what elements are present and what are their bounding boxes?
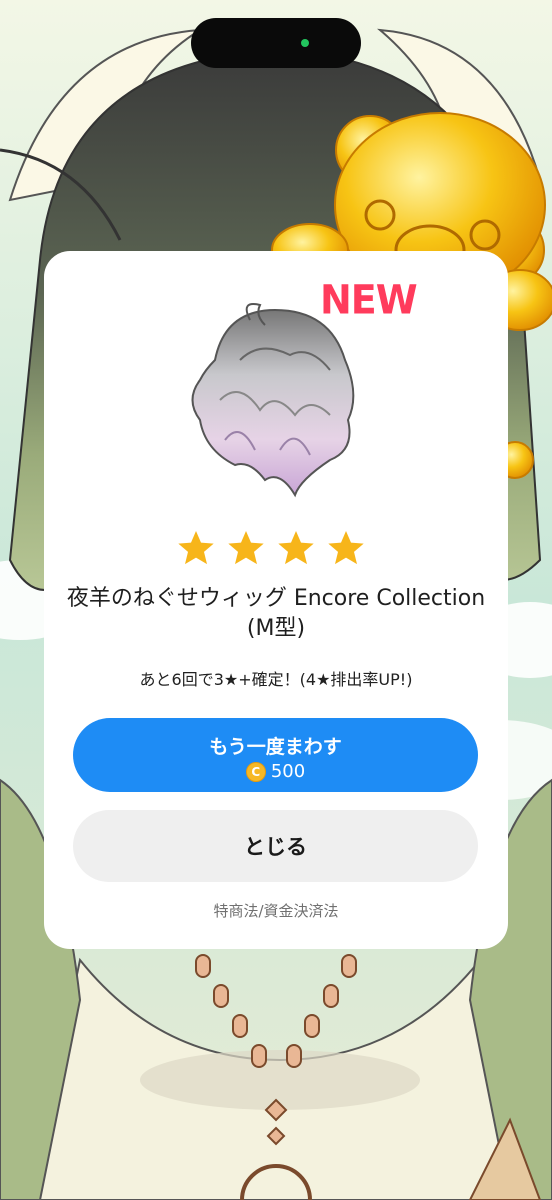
guarantee-note: あと6回で3★+確定！(4★排出率UP!)	[139, 670, 413, 689]
star-icon	[278, 531, 314, 565]
close-button[interactable]: とじる	[73, 810, 478, 882]
dynamic-island	[191, 18, 361, 68]
star-icon	[328, 531, 364, 565]
spin-cost: C 500	[73, 761, 478, 782]
wig-icon	[180, 300, 370, 500]
item-name: 夜羊のねぐせウィッグ Encore Collection (M型)	[66, 586, 486, 641]
spin-again-button[interactable]: もう一度まわす C 500	[73, 718, 478, 792]
spin-cost-value: 500	[270, 761, 306, 782]
star-icon	[228, 531, 264, 565]
camera-indicator-dot	[301, 39, 309, 47]
legal-link[interactable]: 特商法/資金決済法	[64, 900, 488, 921]
coin-icon: C	[245, 761, 266, 782]
spin-again-label: もう一度まわす	[209, 736, 342, 758]
rarity-stars	[176, 528, 376, 578]
star-icon	[178, 531, 214, 565]
